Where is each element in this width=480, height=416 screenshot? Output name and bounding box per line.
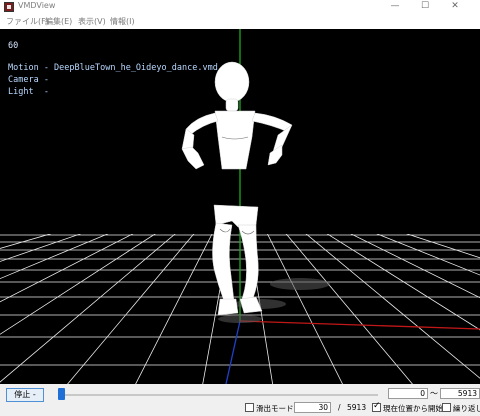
z-axis [225, 320, 241, 384]
motion-info: Motion - DeepBlueTown_he_Oideyo_dance.vm… [8, 63, 218, 73]
close-icon[interactable]: ✕ [440, 0, 470, 14]
stop-button[interactable]: 停止 - [6, 388, 44, 402]
start-from-current-checkbox[interactable] [372, 401, 381, 412]
title-bar: VMDView — ☐ ✕ [0, 0, 480, 14]
current-frame-field[interactable]: 30 [294, 402, 331, 413]
light-info: Light - [8, 87, 49, 97]
menu-file[interactable]: ファイル(F) [6, 16, 49, 27]
fps-counter: 60 [8, 41, 19, 51]
app-icon [4, 2, 14, 12]
camera-info: Camera - [8, 75, 49, 85]
menu-bar: ファイル(F) 編集(E) 表示(V) 情報(I) [0, 14, 480, 28]
maximize-icon[interactable]: ☐ [410, 0, 440, 14]
minimize-icon[interactable]: — [380, 0, 410, 14]
frame-separator: / [338, 403, 341, 412]
smooth-mode-label: 滑出モード [256, 404, 294, 413]
total-frames: 5913 [347, 403, 367, 412]
range-start-field[interactable]: 0 [388, 388, 428, 399]
menu-edit[interactable]: 編集(E) [45, 16, 72, 27]
start-from-current-label: 現在位置から開始 [383, 404, 443, 413]
playback-controls: 停止 - 0 〜 5913 滑出モード 30 / 5913 現在位置から開始 繰… [0, 384, 480, 416]
range-separator: 〜 [430, 389, 438, 398]
menu-view[interactable]: 表示(V) [78, 16, 106, 27]
3d-viewport[interactable]: 60 Motion - DeepBlueTown_he_Oideyo_dance… [0, 29, 480, 384]
loop-label: 繰り返し [453, 404, 480, 413]
range-end-field[interactable]: 5913 [440, 388, 480, 399]
timeline-track[interactable] [58, 394, 378, 396]
window-title: VMDView [18, 1, 56, 10]
timeline-thumb[interactable] [57, 388, 65, 400]
smooth-mode-checkbox[interactable] [245, 403, 254, 412]
scene-canvas [0, 29, 480, 384]
loop-checkbox[interactable] [442, 403, 451, 412]
menu-info[interactable]: 情報(I) [110, 16, 135, 27]
